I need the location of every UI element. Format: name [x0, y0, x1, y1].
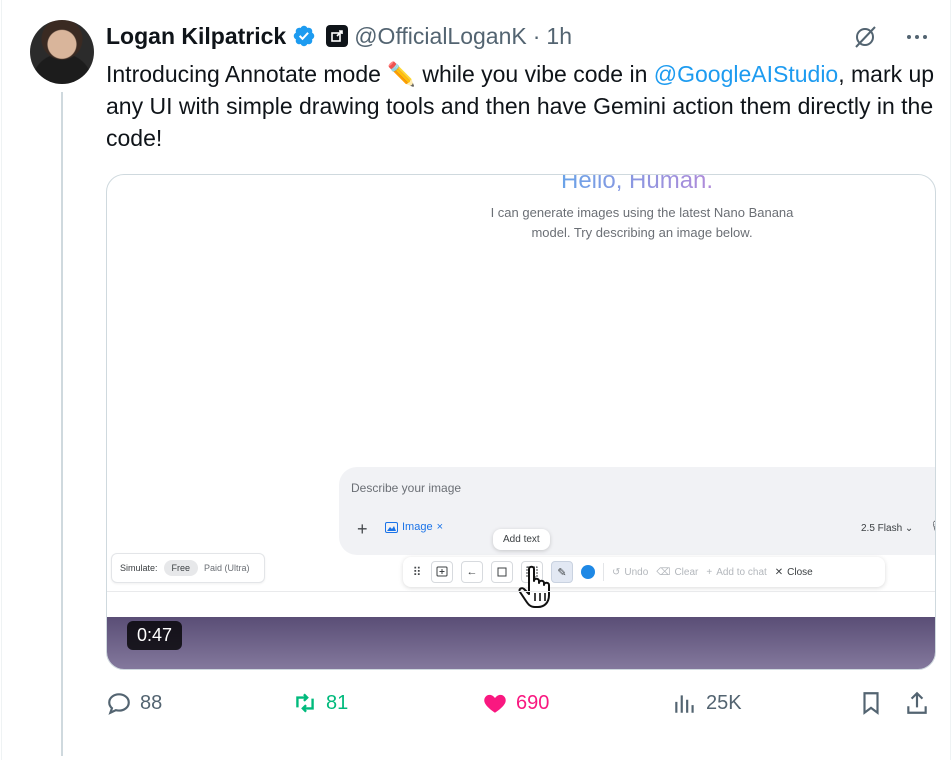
retweet-button[interactable]: 81: [292, 690, 348, 716]
tweet-time[interactable]: 1h: [546, 23, 572, 50]
hello-subtitle: I can generate images using the latest N…: [490, 205, 794, 240]
eraser-icon: ⌫: [656, 566, 671, 578]
tweet-header: Logan Kilpatrick @OfficialLoganK · 1h: [106, 20, 572, 52]
add-attachment-button[interactable]: +: [357, 519, 368, 540]
prompt-composer[interactable]: Describe your image + Image × 2.5 Flash …: [339, 467, 935, 555]
tweet-text-part1: Introducing Annotate mode ✏️ while you v…: [106, 61, 654, 87]
bookmark-button[interactable]: [858, 690, 884, 716]
add-comment-icon[interactable]: [431, 561, 453, 583]
simulate-label: Simulate:: [120, 563, 158, 573]
hello-heading: Hello, Human.: [561, 175, 713, 195]
video-duration: 0:47: [127, 621, 183, 650]
undo-button[interactable]: ↺ Undo: [612, 567, 648, 578]
composer-placeholder: Describe your image: [351, 481, 462, 495]
thread-line: [61, 92, 63, 756]
top-actions: [850, 22, 932, 52]
tweet-text: Introducing Annotate mode ✏️ while you v…: [106, 58, 936, 154]
avatar[interactable]: [30, 20, 94, 84]
share-button[interactable]: [904, 690, 930, 716]
simulate-free-option[interactable]: Free: [163, 560, 199, 576]
like-count: 690: [516, 691, 550, 714]
add-to-chat-label: Add to chat: [716, 566, 767, 578]
more-icon[interactable]: [902, 22, 932, 52]
mic-icon[interactable]: 🎙: [929, 519, 935, 536]
undo-icon: ↺: [612, 566, 621, 578]
views-count: 25K: [706, 691, 742, 714]
annotate-toolbar: ⠿ ← ✎ ↺ Undo ⌫ Clear + Add to chat ✕ Close: [403, 557, 885, 587]
plus-icon: +: [706, 566, 713, 578]
model-selector[interactable]: 2.5 Flash ⌄: [861, 523, 913, 534]
grok-icon[interactable]: [850, 22, 880, 52]
like-button[interactable]: 690: [482, 690, 549, 716]
add-to-chat-button[interactable]: + Add to chat: [706, 567, 766, 578]
color-picker-swatch[interactable]: [581, 565, 595, 579]
close-icon: ✕: [774, 566, 784, 578]
reply-count: 88: [140, 691, 163, 714]
views-button[interactable]: 25K: [672, 690, 742, 716]
clear-label: Clear: [674, 566, 699, 578]
hand-cursor-icon: [518, 565, 550, 608]
simulate-toggle: Simulate: Free Paid (Ultra): [111, 553, 265, 583]
reply-icon: [108, 693, 130, 715]
toolbar-divider: [603, 563, 604, 581]
close-button[interactable]: ✕ Close: [775, 567, 813, 578]
retweet-count: 81: [326, 691, 349, 714]
affiliate-icon[interactable]: [326, 25, 349, 47]
reply-button[interactable]: 88: [106, 690, 162, 716]
add-text-tooltip: Add text: [493, 529, 550, 550]
share-icon: [907, 691, 927, 714]
arrow-tool-icon[interactable]: ←: [461, 561, 483, 583]
video-bottom-bar: [107, 617, 935, 669]
mention-link[interactable]: @GoogleAIStudio: [654, 61, 838, 87]
bookmark-icon: [863, 692, 879, 715]
heart-icon: [484, 694, 506, 713]
verified-badge-icon: [293, 25, 315, 47]
image-icon: [385, 521, 398, 533]
tweet-container: Logan Kilpatrick @OfficialLoganK · 1h In…: [1, 0, 951, 760]
drag-handle-icon[interactable]: ⠿: [411, 565, 423, 579]
author-name[interactable]: Logan Kilpatrick: [106, 23, 286, 50]
clear-button[interactable]: ⌫ Clear: [656, 567, 698, 578]
tweet-actions: 88 81 690 25K: [106, 690, 936, 724]
media-divider: [107, 591, 935, 592]
image-chip[interactable]: Image ×: [385, 521, 443, 533]
author-handle[interactable]: @OfficialLoganK: [354, 23, 527, 50]
image-chip-close[interactable]: ×: [437, 521, 443, 533]
image-chip-label: Image: [402, 521, 433, 533]
close-label: Close: [787, 566, 813, 578]
retweet-icon: [296, 693, 314, 713]
video-media[interactable]: Hello, Human. I can generate images usin…: [106, 174, 936, 670]
views-icon: [675, 695, 694, 713]
rectangle-tool-icon[interactable]: [491, 561, 513, 583]
separator-dot: ·: [532, 22, 541, 49]
simulate-paid-option[interactable]: Paid (Ultra): [204, 563, 250, 573]
undo-label: Undo: [624, 566, 649, 578]
